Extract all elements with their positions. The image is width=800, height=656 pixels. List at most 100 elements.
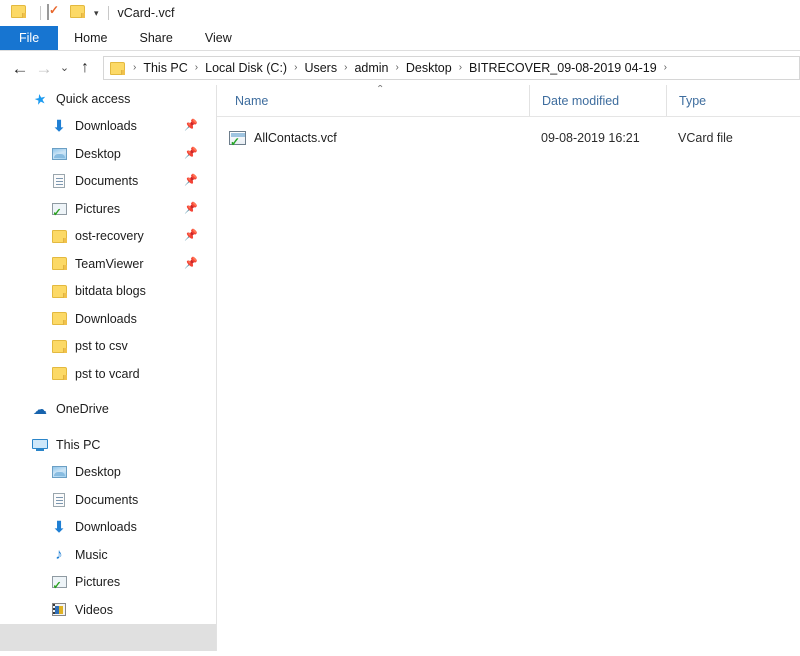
breadcrumb-separator[interactable]: › bbox=[658, 63, 673, 73]
breadcrumb-this-pc[interactable]: This PC bbox=[142, 61, 188, 75]
title-bar: ▾ vCard-.vcf bbox=[0, 0, 800, 26]
sidebar-item-label: Documents bbox=[75, 174, 139, 189]
column-header-name[interactable]: Name ⌃ bbox=[217, 85, 529, 116]
navigation-bar: ← → ⌄ ↑ › This PC › Local Disk (C:) › Us… bbox=[0, 51, 800, 85]
folder-icon bbox=[50, 312, 68, 326]
pin-icon[interactable]: 📌 bbox=[184, 148, 198, 159]
address-folder-icon bbox=[110, 61, 125, 75]
breadcrumb-admin[interactable]: admin bbox=[353, 61, 389, 75]
explorer-body: ★ Quick access ⬇ Downloads 📌 Desktop 📌 D… bbox=[0, 85, 800, 651]
sidebar-item-label: Downloads bbox=[75, 311, 137, 326]
pin-icon[interactable]: 📌 bbox=[184, 258, 198, 269]
breadcrumb-separator[interactable]: › bbox=[338, 63, 353, 73]
breadcrumb-desktop[interactable]: Desktop bbox=[405, 61, 453, 75]
star-icon: ★ bbox=[32, 89, 48, 108]
sidebar-item-label: Music bbox=[75, 547, 108, 562]
sidebar-item-desktop[interactable]: Desktop 📌 bbox=[0, 140, 216, 168]
download-icon: ⬇ bbox=[52, 518, 66, 536]
back-button[interactable]: ← bbox=[8, 55, 32, 81]
sidebar-item-documents[interactable]: Documents 📌 bbox=[0, 168, 216, 196]
chevron-down-icon[interactable]: ▾ bbox=[94, 8, 99, 18]
table-row[interactable]: AllContacts.vcf 09-08-2019 16:21 VCard f… bbox=[217, 123, 800, 153]
folder-icon bbox=[50, 339, 68, 353]
sidebar-item-downloads-folder[interactable]: Downloads bbox=[0, 305, 216, 333]
column-header-row: Name ⌃ Date modified Type bbox=[217, 85, 800, 117]
sidebar-item-bitdata-blogs[interactable]: bitdata blogs bbox=[0, 278, 216, 306]
documents-icon bbox=[50, 174, 68, 189]
file-list-pane[interactable]: Name ⌃ Date modified Type AllContacts.vc… bbox=[217, 85, 800, 651]
breadcrumb-separator[interactable]: › bbox=[189, 63, 204, 73]
sidebar-item-pc-downloads[interactable]: ⬇ Downloads bbox=[0, 514, 216, 542]
sidebar-item-pc-documents[interactable]: Documents bbox=[0, 486, 216, 514]
ribbon-tab-bar: File Home Share View bbox=[0, 26, 800, 51]
breadcrumb-separator[interactable]: › bbox=[453, 63, 468, 73]
pin-icon[interactable]: 📌 bbox=[184, 203, 198, 214]
address-bar[interactable]: › This PC › Local Disk (C:) › Users › ad… bbox=[103, 56, 800, 80]
sidebar-item-pc-music[interactable]: ♪ Music bbox=[0, 541, 216, 569]
sidebar-item-pc-videos[interactable]: Videos bbox=[0, 596, 216, 624]
recent-locations-icon[interactable]: ⌄ bbox=[56, 55, 73, 81]
breadcrumb-separator[interactable]: › bbox=[288, 63, 303, 73]
title-divider bbox=[107, 6, 109, 20]
sort-ascending-icon: ⌃ bbox=[376, 85, 385, 95]
sidebar-item-pc-desktop[interactable]: Desktop bbox=[0, 459, 216, 487]
properties-icon[interactable] bbox=[47, 4, 63, 21]
sidebar-item-label: Pictures bbox=[75, 575, 121, 590]
sidebar-item-label: Videos bbox=[75, 602, 113, 617]
file-name-text: AllContacts.vcf bbox=[254, 131, 337, 145]
sidebar-item-label: pst to vcard bbox=[75, 366, 140, 381]
sidebar-item-label: This PC bbox=[56, 437, 101, 452]
documents-icon bbox=[50, 492, 68, 507]
up-button[interactable]: ↑ bbox=[73, 55, 97, 81]
cloud-icon: ☁ bbox=[33, 401, 47, 418]
sidebar-item-teamviewer[interactable]: TeamViewer 📌 bbox=[0, 250, 216, 278]
column-header-date-modified[interactable]: Date modified bbox=[529, 85, 666, 116]
file-date-cell: 09-08-2019 16:21 bbox=[541, 131, 640, 145]
sidebar-item-label: Desktop bbox=[75, 146, 121, 161]
sidebar-item-quick-access[interactable]: ★ Quick access bbox=[0, 85, 216, 113]
pictures-icon bbox=[50, 202, 68, 219]
tab-share[interactable]: Share bbox=[124, 26, 189, 50]
sidebar-item-label: Downloads bbox=[75, 119, 137, 134]
new-folder-icon[interactable] bbox=[70, 5, 86, 21]
desktop-icon bbox=[50, 466, 68, 479]
breadcrumb-bitrecover[interactable]: BITRECOVER_09-08-2019 04-19 bbox=[468, 61, 658, 75]
pin-icon[interactable]: 📌 bbox=[184, 230, 198, 242]
folder-icon bbox=[50, 284, 68, 298]
folder-icon bbox=[50, 367, 68, 381]
tab-home[interactable]: Home bbox=[58, 26, 123, 50]
folder-icon[interactable] bbox=[11, 5, 27, 21]
sidebar-item-selected-partial[interactable] bbox=[0, 623, 216, 651]
file-name-cell[interactable]: AllContacts.vcf bbox=[217, 131, 529, 148]
navigation-pane[interactable]: ★ Quick access ⬇ Downloads 📌 Desktop 📌 D… bbox=[0, 85, 217, 651]
sidebar-item-label: Documents bbox=[75, 492, 139, 507]
tab-view[interactable]: View bbox=[189, 26, 248, 50]
videos-icon bbox=[50, 603, 68, 617]
desktop-icon bbox=[50, 147, 68, 160]
sidebar-item-this-pc[interactable]: This PC bbox=[0, 431, 216, 459]
sidebar-item-pc-pictures[interactable]: Pictures bbox=[0, 569, 216, 597]
pin-icon[interactable]: 📌 bbox=[184, 175, 198, 187]
pin-icon[interactable]: 📌 bbox=[184, 120, 198, 132]
breadcrumb-users[interactable]: Users bbox=[303, 61, 338, 75]
sidebar-item-label: bitdata blogs bbox=[75, 284, 146, 299]
sidebar-item-label: TeamViewer bbox=[75, 256, 144, 271]
sidebar-item-pst-to-vcard[interactable]: pst to vcard bbox=[0, 360, 216, 388]
sidebar-item-onedrive[interactable]: ☁ OneDrive bbox=[0, 396, 216, 424]
breadcrumb-separator[interactable]: › bbox=[127, 63, 142, 73]
sidebar-item-pst-to-csv[interactable]: pst to csv bbox=[0, 333, 216, 361]
sidebar-item-downloads[interactable]: ⬇ Downloads 📌 bbox=[0, 113, 216, 141]
breadcrumb-separator[interactable]: › bbox=[390, 63, 405, 73]
sidebar-item-label: ost-recovery bbox=[75, 229, 144, 244]
breadcrumb-local-disk[interactable]: Local Disk (C:) bbox=[204, 61, 288, 75]
sidebar-item-label: pst to csv bbox=[75, 339, 128, 354]
forward-button[interactable]: → bbox=[32, 55, 56, 81]
tab-file[interactable]: File bbox=[0, 26, 59, 50]
column-header-type[interactable]: Type bbox=[666, 85, 786, 116]
folder-icon bbox=[50, 257, 68, 271]
qat-divider bbox=[40, 6, 41, 20]
sidebar-item-ost-recovery[interactable]: ost-recovery 📌 bbox=[0, 223, 216, 251]
sidebar-item-pictures[interactable]: Pictures 📌 bbox=[0, 195, 216, 223]
